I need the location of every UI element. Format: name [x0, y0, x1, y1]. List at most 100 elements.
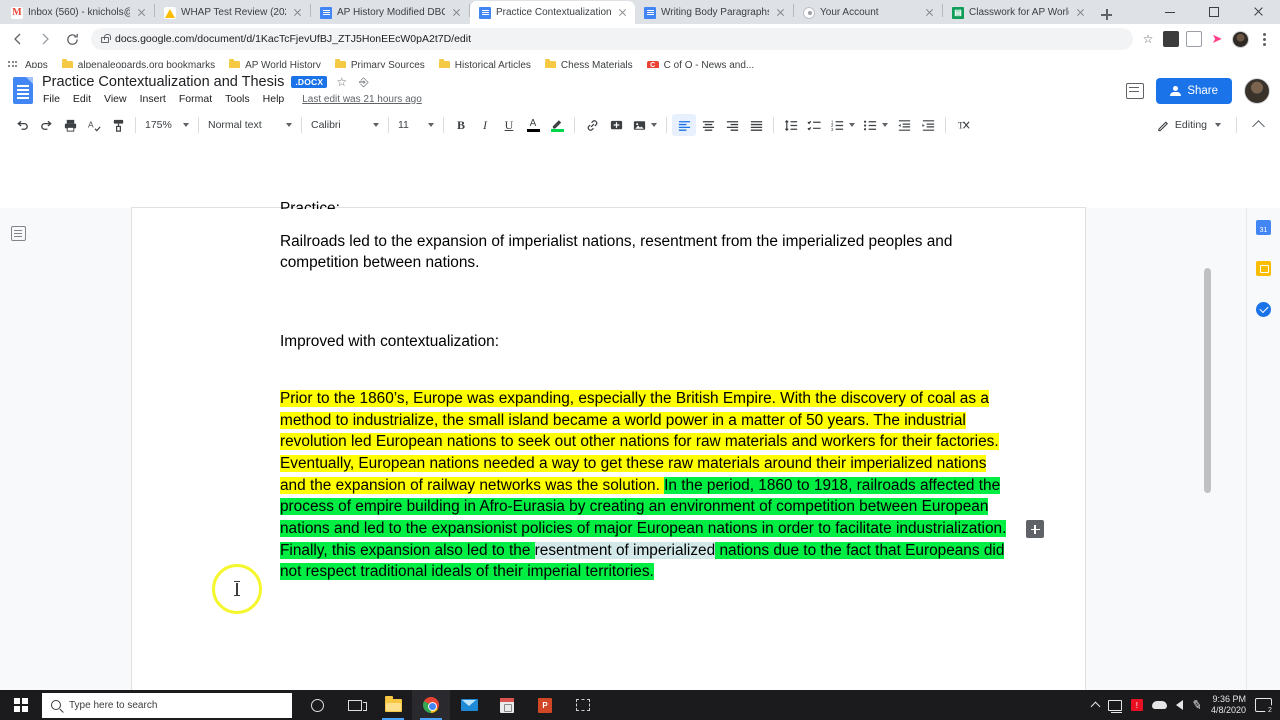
google-keep-icon[interactable]: [1256, 261, 1271, 276]
menu-view[interactable]: View: [103, 92, 128, 106]
microsoft-store-icon[interactable]: [488, 690, 526, 720]
font-size-select[interactable]: 11: [394, 114, 438, 136]
google-docs-logo-icon[interactable]: [10, 76, 36, 110]
cortana-icon[interactable]: [298, 690, 336, 720]
menu-tools[interactable]: Tools: [224, 92, 251, 106]
browser-tab-whap-test-review[interactable]: WHAP Test Review (2020) - Goo: [155, 1, 310, 24]
browser-tab-classwork[interactable]: ▤ Classwork for AP World History: [943, 1, 1093, 24]
show-document-outline-icon[interactable]: [10, 226, 26, 241]
volume-icon[interactable]: [1175, 700, 1183, 710]
network-icon[interactable]: [1107, 699, 1122, 713]
link-icon[interactable]: [580, 114, 604, 136]
star-icon[interactable]: ☆: [334, 75, 349, 90]
editing-mode-button[interactable]: Editing: [1151, 114, 1227, 136]
file-explorer-icon[interactable]: [374, 690, 412, 720]
align-justify-icon[interactable]: [744, 114, 768, 136]
close-icon[interactable]: [450, 6, 463, 19]
show-hidden-icons-chevron[interactable]: [1090, 701, 1101, 712]
cloud-icon[interactable]: [1151, 701, 1167, 709]
close-window-button[interactable]: [1236, 0, 1280, 24]
zoom-select[interactable]: 175%: [141, 114, 193, 136]
close-icon[interactable]: [1074, 6, 1087, 19]
maximize-button[interactable]: [1192, 0, 1236, 24]
redo-icon[interactable]: [34, 114, 58, 136]
browser-tab-dbq-rubric[interactable]: AP History Modified DBQ Rubric: [311, 1, 469, 24]
bulleted-list-button[interactable]: [859, 114, 892, 136]
menu-file[interactable]: File: [42, 92, 61, 106]
extension-qr-icon[interactable]: [1163, 31, 1179, 47]
underline-button[interactable]: U: [497, 114, 521, 136]
taskbar-clock[interactable]: 9:36 PM 4/8/2020: [1211, 694, 1246, 716]
text-color-button[interactable]: A: [521, 114, 545, 136]
browser-tab-writing-body-paragraphs[interactable]: Writing Body Paragraphs (Docum: [635, 1, 793, 24]
add-comment-icon[interactable]: [604, 114, 628, 136]
align-center-icon[interactable]: [696, 114, 720, 136]
reload-button[interactable]: [60, 27, 84, 51]
powerpoint-icon[interactable]: P: [526, 690, 564, 720]
back-button[interactable]: [6, 27, 30, 51]
numbered-list-button[interactable]: 123: [826, 114, 859, 136]
paragraph-style-select[interactable]: Normal text: [204, 114, 296, 136]
document-page[interactable]: Practice: Railroads led to the expansion…: [132, 200, 1085, 720]
pen-icon[interactable]: ✎: [1191, 697, 1204, 713]
italic-button[interactable]: I: [473, 114, 497, 136]
insert-image-button[interactable]: [628, 114, 661, 136]
new-tab-button[interactable]: [1093, 0, 1119, 24]
last-edit-status[interactable]: Last edit was 21 hours ago: [302, 94, 422, 105]
add-comment-margin-button[interactable]: [1026, 520, 1044, 538]
browser-tab-your-account[interactable]: Your Account: [794, 1, 942, 24]
profile-avatar[interactable]: [1232, 30, 1249, 48]
scrollbar-thumb[interactable]: [1204, 268, 1211, 493]
minimize-button[interactable]: [1148, 0, 1192, 24]
chrome-menu-icon[interactable]: [1256, 32, 1272, 46]
onedrive-red-icon[interactable]: !: [1130, 699, 1143, 711]
menu-help[interactable]: Help: [262, 92, 286, 106]
task-view-icon[interactable]: [336, 690, 374, 720]
close-icon[interactable]: [291, 6, 304, 19]
action-center-icon[interactable]: 2: [1255, 698, 1275, 715]
decrease-indent-icon[interactable]: [892, 114, 916, 136]
increase-indent-icon[interactable]: [916, 114, 940, 136]
start-button[interactable]: [0, 690, 42, 720]
menu-format[interactable]: Format: [178, 92, 213, 106]
clear-formatting-icon[interactable]: T: [951, 114, 975, 136]
account-avatar[interactable]: [1244, 78, 1270, 104]
menu-edit[interactable]: Edit: [72, 92, 92, 106]
checklist-button[interactable]: [803, 114, 826, 136]
paint-format-icon[interactable]: [106, 114, 130, 136]
document-title[interactable]: Practice Contextualization and Thesis: [42, 74, 284, 90]
google-calendar-icon[interactable]: 31: [1256, 220, 1271, 235]
star-icon[interactable]: ☆: [1140, 31, 1156, 47]
google-tasks-icon[interactable]: [1256, 302, 1271, 317]
chrome-icon[interactable]: [412, 690, 450, 720]
close-icon[interactable]: [923, 6, 936, 19]
close-icon[interactable]: [135, 6, 148, 19]
extension-grammar-icon[interactable]: [1186, 31, 1202, 47]
move-to-folder-icon[interactable]: ⎆: [356, 75, 371, 90]
hide-menus-button[interactable]: [1246, 114, 1270, 136]
comment-history-icon[interactable]: [1126, 83, 1145, 99]
font-family-select[interactable]: Calibri: [307, 114, 383, 136]
browser-tab-inbox[interactable]: M Inbox (560) - knichols@alpenale: [2, 1, 154, 24]
spelling-check-icon[interactable]: A: [82, 114, 106, 136]
browser-tab-practice-contextualization[interactable]: Practice Contextualization and Th: [470, 1, 635, 24]
menu-insert[interactable]: Insert: [139, 92, 167, 106]
close-icon[interactable]: [774, 6, 787, 19]
print-icon[interactable]: [58, 114, 82, 136]
undo-icon[interactable]: [10, 114, 34, 136]
selected-text[interactable]: resentment of imperialized: [534, 541, 716, 559]
align-left-icon[interactable]: [672, 114, 696, 136]
line-spacing-icon[interactable]: [779, 114, 803, 136]
forward-button[interactable]: [33, 27, 57, 51]
address-bar[interactable]: docs.google.com/document/d/1KacTcFjevUfB…: [91, 28, 1133, 50]
document-body[interactable]: Practice: Railroads led to the expansion…: [280, 198, 1010, 583]
highlight-color-button[interactable]: [545, 114, 569, 136]
vertical-scrollbar[interactable]: [1204, 208, 1212, 720]
share-button[interactable]: Share: [1156, 78, 1232, 104]
extension-pink-icon[interactable]: ➤: [1209, 31, 1225, 47]
snipping-tool-icon[interactable]: [564, 690, 602, 720]
mail-icon[interactable]: [450, 690, 488, 720]
align-right-icon[interactable]: [720, 114, 744, 136]
bold-button[interactable]: B: [449, 114, 473, 136]
close-icon[interactable]: [616, 6, 629, 19]
